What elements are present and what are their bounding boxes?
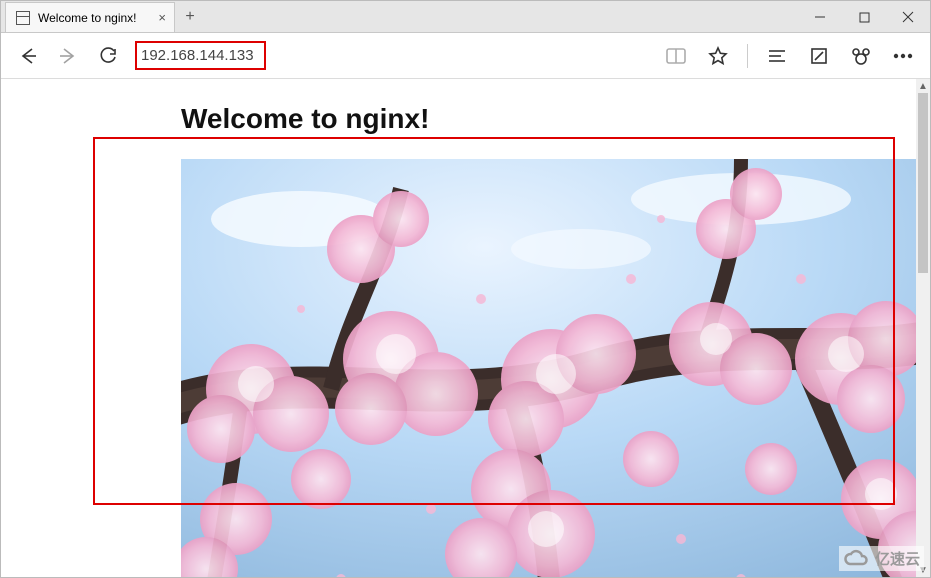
browser-tab[interactable]: Welcome to nginx! × [5, 2, 175, 32]
scroll-up-icon[interactable]: ▲ [916, 79, 930, 93]
back-button[interactable] [9, 37, 47, 75]
separator [747, 44, 748, 68]
hub-button[interactable] [758, 37, 796, 75]
refresh-button[interactable] [89, 37, 127, 75]
forward-button[interactable] [49, 37, 87, 75]
scroll-thumb[interactable] [918, 93, 928, 273]
watermark: 亿速云 [839, 546, 924, 571]
url-text: 192.168.144.133 [141, 47, 254, 64]
page-content: Welcome to nginx! [1, 79, 916, 577]
new-tab-button[interactable]: + [175, 2, 205, 32]
tab-title: Welcome to nginx! [38, 11, 137, 25]
page-heading: Welcome to nginx! [181, 103, 916, 135]
favorites-button[interactable] [699, 37, 737, 75]
close-tab-icon[interactable]: × [158, 10, 166, 25]
window-controls [798, 2, 930, 32]
notes-button[interactable] [800, 37, 838, 75]
page-favicon-icon [16, 11, 30, 25]
minimize-button[interactable] [798, 2, 842, 32]
maximize-button[interactable] [842, 2, 886, 32]
more-button[interactable] [884, 37, 922, 75]
watermark-text: 亿速云 [875, 548, 920, 569]
share-button[interactable] [842, 37, 880, 75]
page-image [181, 159, 916, 577]
url-highlight-annotation: 192.168.144.133 [135, 41, 266, 70]
vertical-scrollbar[interactable]: ▲ ▼ [916, 79, 930, 577]
cloud-icon [843, 549, 869, 569]
reading-view-button[interactable] [657, 37, 695, 75]
toolbar: 192.168.144.133 [1, 33, 930, 79]
close-window-button[interactable] [886, 2, 930, 32]
titlebar: Welcome to nginx! × + [1, 1, 930, 33]
address-bar[interactable]: 192.168.144.133 [129, 39, 655, 73]
